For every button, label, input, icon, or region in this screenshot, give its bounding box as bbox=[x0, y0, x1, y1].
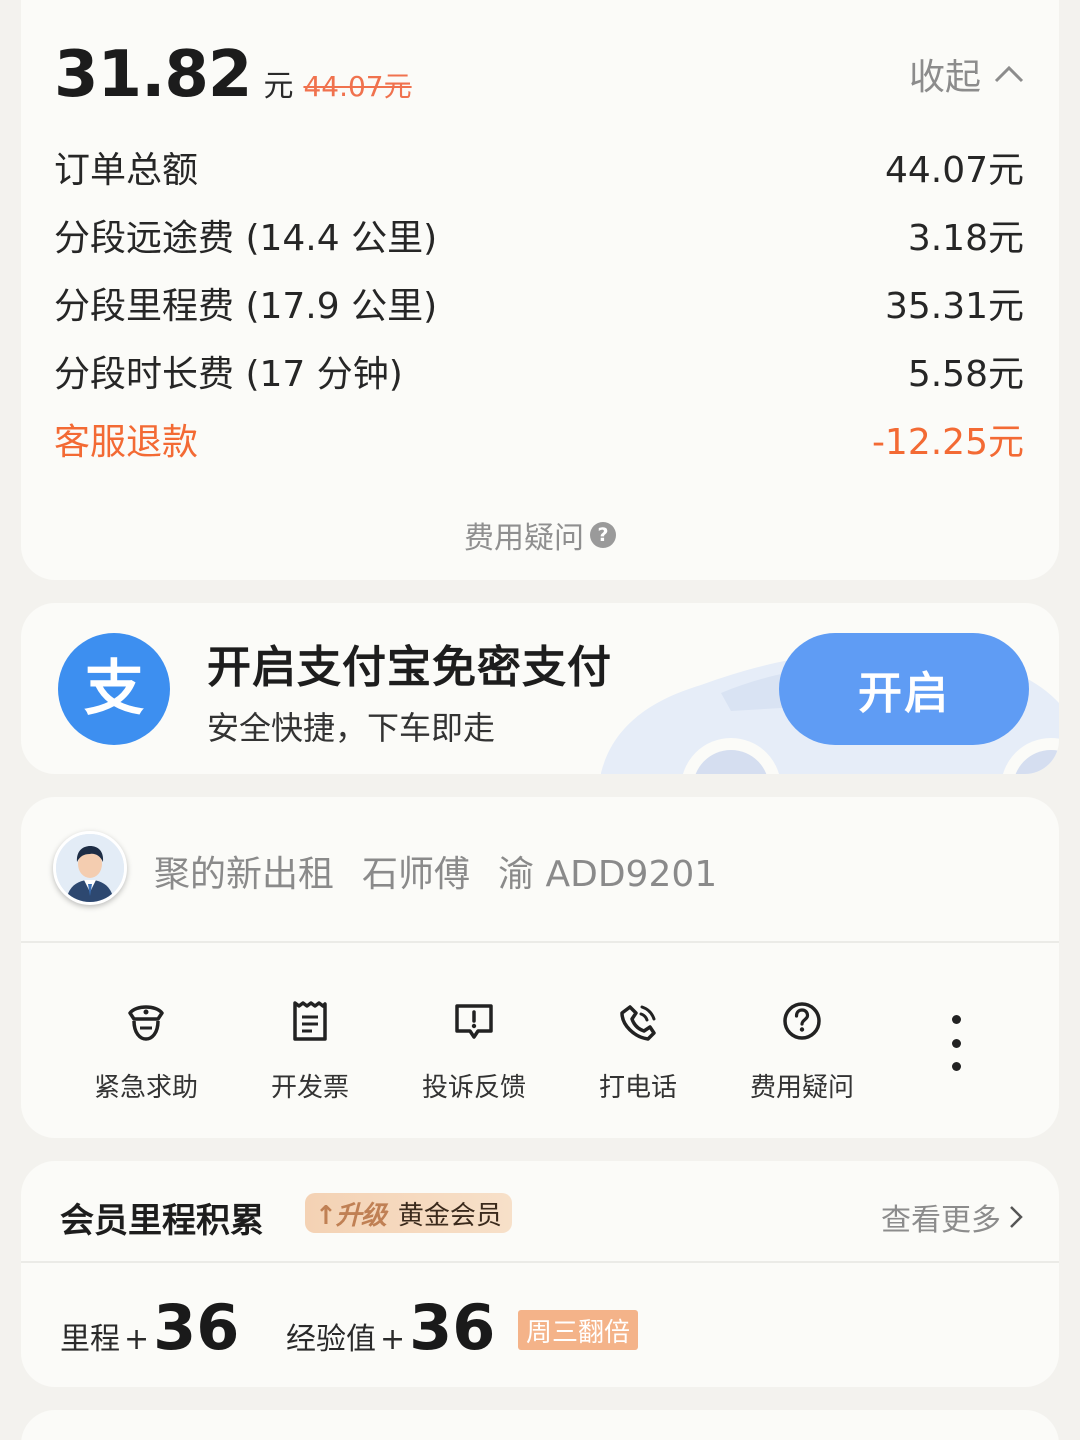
next-card bbox=[21, 1410, 1059, 1440]
experience-label: 经验值 bbox=[286, 1322, 376, 1357]
enable-alipay-button[interactable]: 开启 bbox=[779, 633, 1029, 745]
upgrade-label: 升级 bbox=[335, 1200, 387, 1231]
question-circle-icon: ? bbox=[590, 522, 616, 548]
action-label: 紧急求助 bbox=[93, 1073, 198, 1103]
upgrade-tag: ↑升级 bbox=[305, 1195, 398, 1232]
see-more-link[interactable]: 查看更多 bbox=[881, 1195, 1023, 1239]
call-button[interactable]: 打电话 bbox=[563, 995, 713, 1104]
fee-value: 44.07元 bbox=[884, 150, 1024, 191]
member-level-badge: ↑升级 黄金会员 bbox=[305, 1193, 512, 1233]
original-price: 44.07元 bbox=[303, 70, 412, 103]
experience-stat: 经验值 + 36 bbox=[286, 1291, 495, 1364]
plus-sign: + bbox=[380, 1322, 406, 1357]
see-more-label: 查看更多 bbox=[881, 1203, 1001, 1238]
fee-row-mileage: 分段里程费 (17.9 公里) 35.31元 bbox=[54, 269, 1024, 337]
question-circle-icon bbox=[778, 995, 826, 1047]
action-label: 打电话 bbox=[598, 1073, 677, 1103]
dot bbox=[951, 1062, 961, 1071]
plus-sign: + bbox=[124, 1322, 150, 1357]
fare-detail-card: 31.82 元 44.07元 收起 订单总额 44.07元 分段远途费 (14.… bbox=[21, 0, 1059, 580]
emergency-help-button[interactable]: 紧急求助 bbox=[71, 995, 221, 1104]
dot bbox=[951, 1015, 961, 1024]
chevron-up-icon bbox=[994, 65, 1024, 83]
fee-value: 5.58元 bbox=[907, 354, 1024, 395]
wednesday-double-badge: 周三翻倍 bbox=[518, 1310, 639, 1350]
collapse-label: 收起 bbox=[908, 57, 981, 98]
fee-label: 客服退款 bbox=[54, 422, 199, 463]
price-row: 31.82 元 44.07元 bbox=[54, 38, 412, 112]
fee-value: 35.31元 bbox=[884, 286, 1024, 327]
fee-label: 订单总额 bbox=[54, 150, 199, 191]
alipay-title: 开启支付宝免密支付 bbox=[207, 642, 612, 693]
action-label: 开发票 bbox=[270, 1073, 349, 1103]
fee-row-order-total: 订单总额 44.07元 bbox=[54, 133, 1024, 201]
divider bbox=[21, 1261, 1059, 1263]
fee-question-link[interactable]: 费用疑问 ? bbox=[21, 513, 1059, 557]
driver-info: 聚的新出租 石师傅 渝 ADD9201 bbox=[154, 845, 745, 897]
fee-question-button[interactable]: 费用疑问 bbox=[727, 995, 877, 1104]
member-level: 黄金会员 bbox=[397, 1200, 502, 1231]
fee-row-refund: 客服退款 -12.25元 bbox=[54, 405, 1024, 473]
driver-avatar-icon bbox=[56, 834, 124, 902]
mileage-label: 里程 bbox=[60, 1322, 120, 1357]
phone-icon bbox=[614, 995, 662, 1047]
divider bbox=[21, 941, 1059, 943]
action-label: 费用疑问 bbox=[749, 1073, 854, 1103]
upgrade-arrow-icon: ↑ bbox=[315, 1200, 337, 1231]
complaint-feedback-button[interactable]: 投诉反馈 bbox=[399, 995, 549, 1104]
fee-question-label: 费用疑问 bbox=[464, 521, 584, 556]
fee-row-long-distance: 分段远途费 (14.4 公里) 3.18元 bbox=[54, 201, 1024, 269]
more-options-button[interactable] bbox=[941, 1015, 971, 1071]
fee-value: -12.25元 bbox=[871, 422, 1024, 463]
driver-card: 聚的新出租 石师傅 渝 ADD9201 紧急求助 开发票 投诉反馈 打电话 费用… bbox=[21, 797, 1059, 1138]
license-plate: 渝 ADD9201 bbox=[498, 854, 718, 895]
collapse-button[interactable]: 收起 bbox=[909, 48, 1025, 100]
experience-value: 36 bbox=[409, 1291, 496, 1364]
mileage-stat: 里程 + 36 bbox=[60, 1291, 239, 1364]
action-label: 投诉反馈 bbox=[421, 1073, 526, 1103]
member-title: 会员里程积累 bbox=[60, 1201, 264, 1241]
driver-name: 石师傅 bbox=[362, 854, 471, 895]
fee-value: 3.18元 bbox=[907, 218, 1024, 259]
alipay-promo-card: 支 开启支付宝免密支付 安全快捷，下车即走 开启 bbox=[21, 603, 1059, 774]
alert-message-icon bbox=[450, 995, 498, 1047]
chevron-right-icon bbox=[1010, 1206, 1023, 1228]
fee-list: 订单总额 44.07元 分段远途费 (14.4 公里) 3.18元 分段里程费 … bbox=[54, 133, 1024, 473]
receipt-icon bbox=[286, 995, 334, 1047]
fee-label: 分段里程费 (17.9 公里) bbox=[54, 286, 438, 327]
price-unit: 元 bbox=[263, 69, 294, 104]
fee-row-duration: 分段时长费 (17 分钟) 5.58元 bbox=[54, 337, 1024, 405]
mileage-value: 36 bbox=[153, 1291, 240, 1364]
fee-label: 分段远途费 (14.4 公里) bbox=[54, 218, 438, 259]
member-mileage-card: 会员里程积累 ↑升级 黄金会员 查看更多 里程 + 36 经验值 + 36 周三… bbox=[21, 1161, 1059, 1387]
dot bbox=[951, 1038, 961, 1048]
alipay-logo: 支 bbox=[58, 633, 170, 745]
alipay-icon: 支 bbox=[84, 654, 144, 724]
police-badge-icon bbox=[122, 995, 170, 1047]
taxi-company: 聚的新出租 bbox=[154, 854, 335, 895]
alipay-subtitle: 安全快捷，下车即走 bbox=[207, 709, 496, 747]
fee-label: 分段时长费 (17 分钟) bbox=[54, 354, 403, 395]
svg-text:支: 支 bbox=[84, 654, 144, 724]
invoice-button[interactable]: 开发票 bbox=[235, 995, 385, 1104]
driver-avatar bbox=[53, 831, 127, 905]
total-price: 31.82 bbox=[54, 38, 252, 112]
